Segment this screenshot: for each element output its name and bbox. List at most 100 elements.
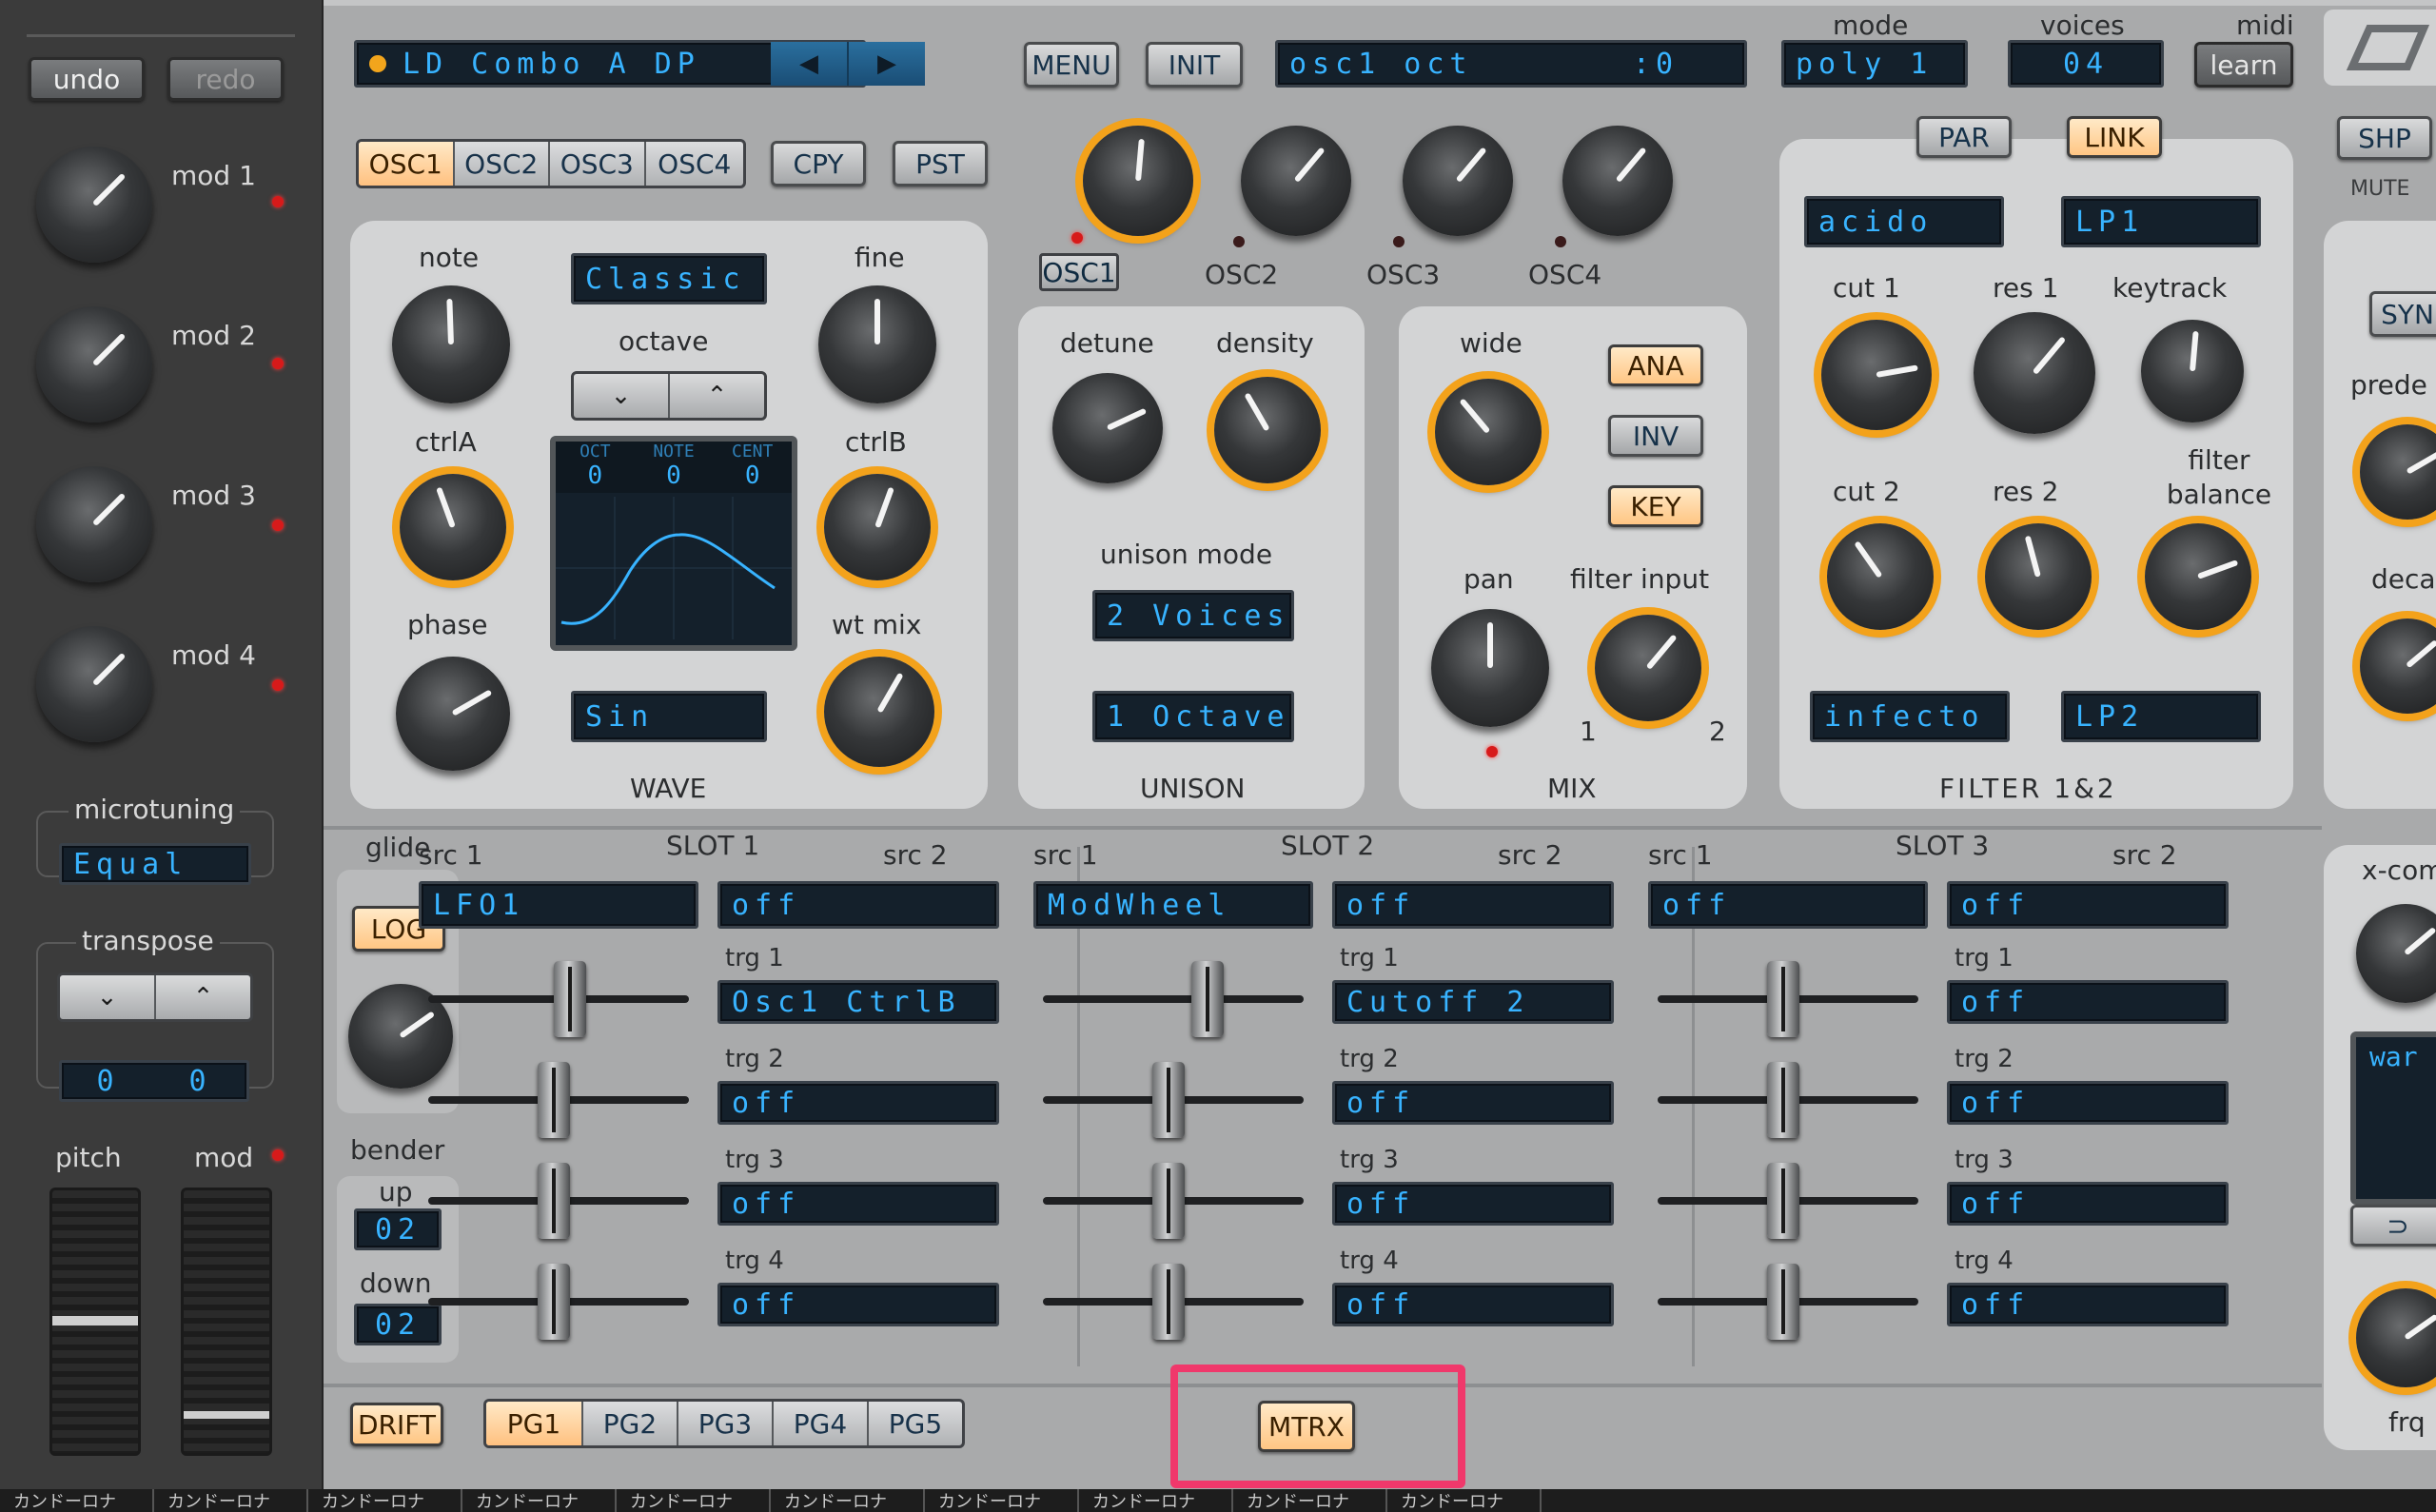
slider-handle[interactable] [1152,1062,1185,1138]
osc2-level-knob[interactable] [1241,126,1351,236]
slot-src1-display[interactable]: ModWheel [1033,881,1313,929]
slot-src2-display[interactable]: off [717,881,999,929]
wave-type-display[interactable]: Classic [571,253,767,304]
slot-amount-slider[interactable] [1033,1264,1313,1340]
slot-src2-display[interactable]: off [1947,881,2229,929]
slot-trg-display[interactable]: off [1947,980,2229,1024]
slider-handle[interactable] [538,1062,570,1138]
filter2-mode-display[interactable]: LP2 [2061,691,2261,742]
unison-voices-display[interactable]: 2 Voices [1092,590,1294,641]
slider-handle[interactable] [1767,1062,1799,1138]
undo-button[interactable]: undo [29,57,145,101]
taskbar-item[interactable]: カンドーロナ [1079,1489,1233,1512]
slider-handle[interactable] [1152,1163,1185,1239]
slot-amount-slider[interactable] [419,1062,698,1138]
slider-handle[interactable] [1767,1264,1799,1340]
slot-amount-slider[interactable] [1648,1163,1928,1239]
tab-pg4[interactable]: PG4 [774,1402,869,1445]
wide-knob[interactable] [1435,379,1542,485]
slot-trg-display[interactable]: Osc1 CtrlB [717,980,999,1024]
voices-display[interactable]: 04 [2008,40,2164,88]
transpose-stepper[interactable]: ⌄ ⌃ [57,972,253,1022]
taskbar-item[interactable]: カンドーロナ [617,1489,771,1512]
ana-button[interactable]: ANA [1608,344,1703,386]
key-button[interactable]: KEY [1608,485,1703,527]
slot-trg-display[interactable]: off [717,1182,999,1226]
ctrlB-knob[interactable] [824,474,931,580]
slot-src2-display[interactable]: off [1332,881,1614,929]
par-button[interactable]: PAR [1916,116,2012,158]
slot-trg-display[interactable]: off [717,1081,999,1125]
init-button[interactable]: INIT [1146,42,1243,88]
slot-amount-slider[interactable] [419,1163,698,1239]
tab-osc4[interactable]: OSC4 [646,142,743,186]
shp-button[interactable]: SHP [2337,116,2432,160]
slot-amount-slider[interactable] [1033,1062,1313,1138]
mod-1-knob[interactable] [36,147,152,263]
tab-osc2[interactable]: OSC2 [455,142,551,186]
wave-shape-display[interactable]: Sin [571,691,767,742]
tab-osc3[interactable]: OSC3 [550,142,646,186]
slot-src1-display[interactable]: off [1648,881,1928,929]
pitch-wheel[interactable] [49,1188,141,1456]
taskbar-item[interactable]: カンドーロナ [1233,1489,1387,1512]
preset-prev-icon[interactable]: ◀ [771,42,849,86]
phase-knob[interactable] [396,657,510,771]
slot-trg-display[interactable]: off [717,1283,999,1326]
xcom-route-icon[interactable]: ⊃ [2350,1205,2436,1247]
slot-trg-display[interactable]: off [1947,1283,2229,1326]
osc3-level-knob[interactable] [1403,126,1513,236]
keytrack-knob[interactable] [2141,320,2244,422]
osc4-level-knob[interactable] [1562,126,1673,236]
chevron-down-icon[interactable]: ⌄ [574,374,670,418]
mode-display[interactable]: poly 1 [1781,40,1968,88]
slot-trg-display[interactable]: off [1947,1182,2229,1226]
ctrlA-knob[interactable] [400,474,506,580]
slider-handle[interactable] [1767,1163,1799,1239]
syn-button[interactable]: SYN [2369,291,2436,337]
slider-handle[interactable] [554,961,586,1037]
res1-knob[interactable] [1974,312,2095,434]
slot-amount-slider[interactable] [1033,961,1313,1037]
filter1-type-display[interactable]: acido [1804,196,2004,247]
slot-trg-display[interactable]: Cutoff 2 [1332,980,1614,1024]
fine-knob[interactable] [818,285,936,403]
filter-input-knob[interactable] [1595,615,1701,721]
note-knob[interactable] [392,285,510,403]
slot-amount-slider[interactable] [419,961,698,1037]
mod-wheel[interactable] [181,1188,272,1456]
tab-pg2[interactable]: PG2 [583,1402,678,1445]
cut1-knob[interactable] [1821,320,1932,430]
chevron-up-icon[interactable]: ⌃ [156,975,250,1019]
cut2-knob[interactable] [1827,523,1934,630]
redo-button[interactable]: redo [167,57,284,101]
taskbar-item[interactable]: カンドーロナ [462,1489,617,1512]
taskbar-item[interactable]: カンドーロナ [0,1489,154,1512]
wt-mix-knob[interactable] [824,657,934,767]
microtuning-display[interactable]: Equal [59,843,251,885]
slot-trg-display[interactable]: off [1332,1081,1614,1125]
taskbar-item[interactable]: カンドーロナ [925,1489,1079,1512]
slot-trg-display[interactable]: off [1947,1081,2229,1125]
chevron-up-icon[interactable]: ⌃ [670,374,764,418]
taskbar-item[interactable]: カンドーロナ [771,1489,925,1512]
mod-4-knob[interactable] [36,626,152,742]
slot-amount-slider[interactable] [1648,1264,1928,1340]
taskbar-item[interactable]: カンドーロナ [1387,1489,1542,1512]
slider-handle[interactable] [1152,1264,1185,1340]
slot-trg-display[interactable]: off [1332,1182,1614,1226]
link-button[interactable]: LINK [2067,116,2162,158]
tab-osc1[interactable]: OSC1 [359,142,455,186]
filter1-mode-display[interactable]: LP1 [2061,196,2261,247]
taskbar-item[interactable]: カンドーロナ [308,1489,462,1512]
octave-stepper[interactable]: ⌄ ⌃ [571,371,767,421]
slot-amount-slider[interactable] [419,1264,698,1340]
slider-handle[interactable] [1767,961,1799,1037]
slider-handle[interactable] [538,1163,570,1239]
slot-amount-slider[interactable] [1033,1163,1313,1239]
pan-knob[interactable] [1431,609,1549,727]
chevron-down-icon[interactable]: ⌄ [60,975,156,1019]
osc1-select[interactable]: OSC1 [1039,253,1119,291]
density-knob[interactable] [1214,377,1321,483]
slot-amount-slider[interactable] [1648,961,1928,1037]
